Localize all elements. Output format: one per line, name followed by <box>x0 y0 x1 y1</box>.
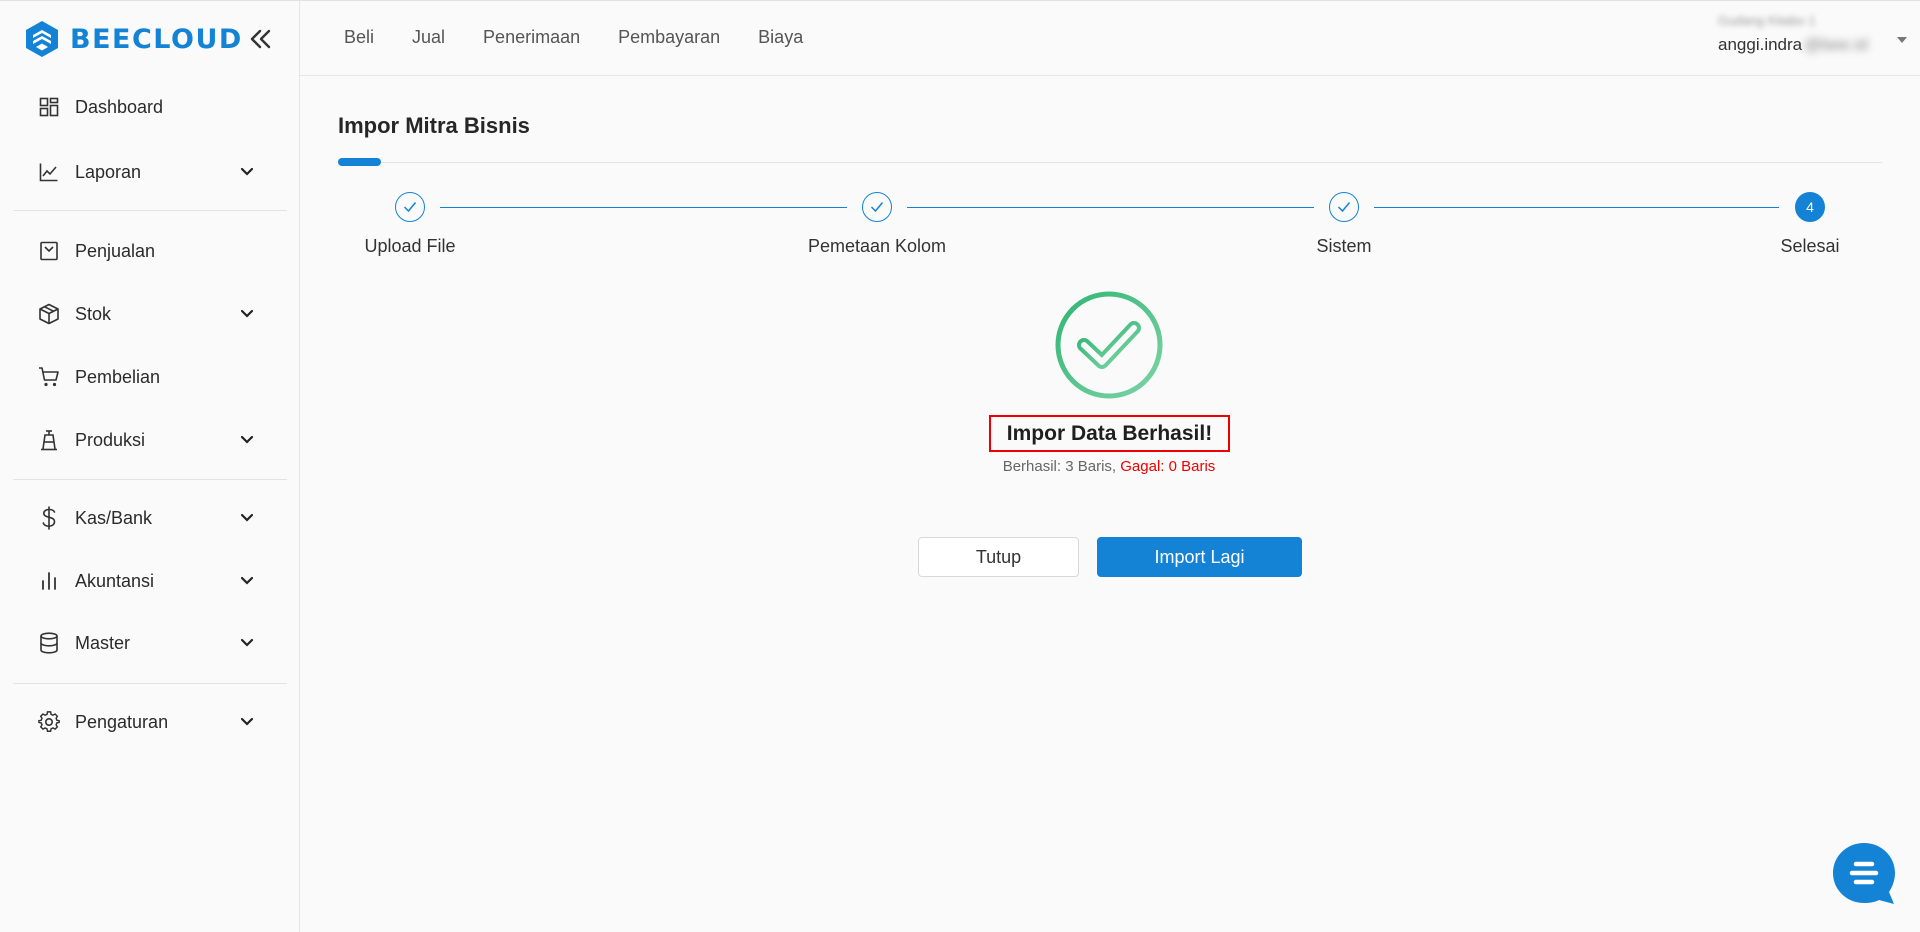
dollar-icon <box>38 506 60 530</box>
top-menu-pembayaran[interactable]: Pembayaran <box>618 27 720 48</box>
chevron-down-icon <box>240 167 254 176</box>
sidebar-item-label: Kas/Bank <box>75 507 153 528</box>
sidebar-item-label: Dashboard <box>75 96 164 117</box>
step-4-active: 4 <box>1795 192 1825 222</box>
collapse-sidebar-button[interactable] <box>247 25 275 53</box>
topbar: Beli Jual Penerimaan Pembayaran Biaya Gu… <box>300 0 1920 76</box>
success-count: Berhasil: 3 Baris, <box>1002 458 1117 475</box>
receipt-icon <box>38 240 60 262</box>
sidebar-item-master[interactable]: Master <box>0 619 290 667</box>
sidebar-item-label: Akuntansi <box>75 570 155 591</box>
sidebar-item-label: Stok <box>75 303 112 324</box>
sidebar-item-label: Master <box>75 632 131 653</box>
sidebar-divider <box>13 683 287 684</box>
chart-line-icon <box>38 161 60 183</box>
sidebar-item-pengaturan[interactable]: Pengaturan <box>0 698 290 746</box>
check-icon <box>1337 202 1351 213</box>
step-label: Upload File <box>364 236 456 256</box>
sidebar-item-stok[interactable]: Stok <box>0 290 290 338</box>
import-again-button[interactable]: Import Lagi <box>1097 537 1302 577</box>
step-2-done <box>862 192 892 222</box>
logo-row: BEECLOUD <box>0 1 299 77</box>
top-menu-biaya[interactable]: Biaya <box>758 27 803 48</box>
chat-support-icon[interactable] <box>1831 841 1897 907</box>
import-success-title: Impor Data Berhasil! <box>989 415 1230 452</box>
sidebar-divider <box>13 210 287 211</box>
brand-name: BEECLOUD <box>70 23 243 55</box>
step-connector <box>1374 207 1779 208</box>
sidebar-item-produksi[interactable]: Produksi <box>0 416 290 464</box>
bar-chart-icon <box>38 570 60 592</box>
beecloud-logo-icon <box>26 21 58 57</box>
top-menu-penerimaan[interactable]: Penerimaan <box>483 27 580 48</box>
top-menu: Beli Jual Penerimaan Pembayaran Biaya <box>344 27 841 48</box>
check-icon <box>403 202 417 213</box>
box-icon <box>38 303 60 325</box>
user-email-hidden: @bee.id <box>1804 35 1868 54</box>
sidebar-item-label: Pengaturan <box>75 711 169 732</box>
step-label: Pemetaan Kolom <box>807 236 947 256</box>
sidebar-divider <box>13 479 287 480</box>
sidebar-item-pembelian[interactable]: Pembelian <box>0 353 290 401</box>
chevron-down-icon <box>240 513 254 522</box>
step-label: Selesai <box>1780 236 1840 256</box>
chevron-down-icon <box>240 435 254 444</box>
close-button[interactable]: Tutup <box>918 537 1079 577</box>
title-divider <box>338 162 1882 163</box>
sidebar-item-label: Pembelian <box>75 366 161 387</box>
double-chevron-left-icon <box>250 29 271 49</box>
check-icon <box>870 202 884 213</box>
import-result-summary: Berhasil: 3 Baris, Gagal: 0 Baris <box>0 458 1920 475</box>
sidebar-item-label: Produksi <box>75 429 146 450</box>
sidebar-item-akuntansi[interactable]: Akuntansi <box>0 557 290 605</box>
database-icon <box>38 632 60 654</box>
fail-count: Gagal: 0 Baris <box>1120 458 1216 475</box>
step-1-done <box>395 192 425 222</box>
title-accent-bar <box>338 158 381 166</box>
user-menu[interactable]: Gudang Kitabo 1 anggi.indra @bee.id <box>1718 13 1907 55</box>
chevron-down-icon <box>240 309 254 318</box>
step-3-done <box>1329 192 1359 222</box>
caret-down-icon <box>1897 37 1907 43</box>
chevron-down-icon <box>240 638 254 647</box>
step-connector <box>440 207 847 208</box>
sidebar-item-label: Laporan <box>75 161 142 182</box>
sidebar-item-dashboard[interactable]: Dashboard <box>0 83 290 131</box>
chevron-down-icon <box>240 717 254 726</box>
sidebar-item-kas-bank[interactable]: Kas/Bank <box>0 494 290 542</box>
sidebar-item-laporan[interactable]: Laporan <box>0 148 290 196</box>
step-connector <box>907 207 1314 208</box>
top-menu-beli[interactable]: Beli <box>344 27 374 48</box>
sidebar-item-label: Penjualan <box>75 240 156 261</box>
user-email-visible: anggi.indra <box>1718 35 1803 54</box>
grid-icon <box>38 96 60 118</box>
factory-icon <box>38 429 60 451</box>
success-check-icon <box>1055 291 1163 399</box>
step-label: Sistem <box>1316 236 1372 256</box>
gear-icon <box>38 711 60 733</box>
user-email: anggi.indra @bee.id <box>1718 35 1888 55</box>
cart-icon <box>38 366 60 388</box>
page-title: Impor Mitra Bisnis <box>338 113 530 138</box>
top-menu-jual[interactable]: Jual <box>412 27 445 48</box>
user-company: Gudang Kitabo 1 <box>1718 13 1816 28</box>
chevron-down-icon <box>240 576 254 585</box>
sidebar-item-penjualan[interactable]: Penjualan <box>0 227 290 275</box>
